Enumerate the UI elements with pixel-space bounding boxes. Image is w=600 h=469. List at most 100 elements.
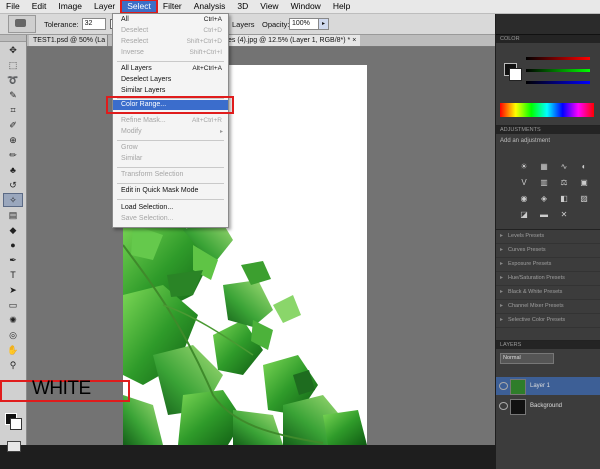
preset-item[interactable]: Hue/Saturation Presets <box>496 272 600 286</box>
preset-item[interactable]: Exposure Presets <box>496 258 600 272</box>
tools-panel-grip[interactable] <box>0 35 26 42</box>
dodge-tool-icon[interactable]: ● <box>3 238 23 252</box>
clone-stamp-tool-icon[interactable]: ♣ <box>3 163 23 177</box>
tool-preset-picker-icon[interactable] <box>8 15 36 33</box>
menu-item-similar[interactable]: Similar <box>113 154 228 164</box>
preset-item[interactable]: Black & White Presets <box>496 286 600 300</box>
tab-close-icon[interactable]: × <box>352 37 356 44</box>
menu-item-deselect-layers[interactable]: Deselect Layers <box>113 75 228 85</box>
layer-visibility-eye-icon[interactable] <box>499 382 508 390</box>
tab-leaves-jpg[interactable]: es (4).jpg @ 12.5% (Layer 1, RGB/8*) * × <box>223 35 361 46</box>
menu-analysis[interactable]: Analysis <box>188 0 232 13</box>
layers-panel-header[interactable]: LAYERS <box>496 341 600 349</box>
menu-help[interactable]: Help <box>327 0 356 13</box>
quick-mask-icon[interactable] <box>7 441 21 452</box>
move-tool-icon[interactable]: ✥ <box>3 43 23 57</box>
menu-filter[interactable]: Filter <box>157 0 188 13</box>
menu-window[interactable]: Window <box>285 0 327 13</box>
channel-mixer-icon[interactable]: ◈ <box>537 194 551 206</box>
history-brush-tool-icon[interactable]: ↺ <box>3 178 23 192</box>
preset-item[interactable]: Selective Color Presets <box>496 314 600 328</box>
invert-icon[interactable]: ◧ <box>557 194 571 206</box>
gradient-map-icon[interactable]: ▬ <box>537 210 551 222</box>
menu-item-similar-layers[interactable]: Similar Layers <box>113 86 228 96</box>
black-white-icon[interactable]: ▣ <box>577 178 591 190</box>
zoom-tool-icon[interactable]: ⚲ <box>3 358 23 372</box>
menu-item-modify[interactable]: Modify ▸ <box>113 127 228 137</box>
menu-image[interactable]: Image <box>52 0 88 13</box>
opacity-slider-arrow-icon[interactable]: ▸ <box>318 18 329 30</box>
lasso-tool-icon[interactable]: ➰ <box>3 73 23 87</box>
exposure-icon[interactable]: ◐ <box>577 162 591 174</box>
menu-item-refine-mask[interactable]: Refine Mask... Alt+Ctrl+R <box>113 116 228 126</box>
menu-item-deselect[interactable]: Deselect Ctrl+D <box>113 26 228 36</box>
gradient-tool-icon[interactable]: ▤ <box>3 208 23 222</box>
color-panel-header[interactable]: COLOR <box>496 35 600 43</box>
menu-item-inverse[interactable]: Inverse Shift+Ctrl+I <box>113 48 228 58</box>
opacity-input[interactable]: 100% <box>289 18 321 30</box>
color-balance-icon[interactable]: ⚖ <box>557 178 571 190</box>
menu-edit[interactable]: Edit <box>26 0 53 13</box>
menu-item-shortcut: Alt+Ctrl+A <box>192 65 222 72</box>
blur-tool-icon[interactable]: ◆ <box>3 223 23 237</box>
menu-item-save-selection[interactable]: Save Selection... <box>113 214 228 224</box>
magic-eraser-tool-icon[interactable]: ✧ <box>3 193 23 207</box>
hand-tool-icon[interactable]: ✋ <box>3 343 23 357</box>
menu-layer[interactable]: Layer <box>88 0 121 13</box>
adjustment-presets-list: Levels Presets Curves Presets Exposure P… <box>496 230 600 341</box>
path-selection-tool-icon[interactable]: ➤ <box>3 283 23 297</box>
layer-row-layer1[interactable]: Layer 1 <box>496 377 600 395</box>
layer-visibility-eye-icon[interactable] <box>499 402 508 410</box>
curves-icon[interactable]: ∿ <box>557 162 571 174</box>
eyedropper-tool-icon[interactable]: ✐ <box>3 118 23 132</box>
pen-tool-icon[interactable]: ✒ <box>3 253 23 267</box>
brush-tool-icon[interactable]: ✏ <box>3 148 23 162</box>
adjustments-panel-header[interactable]: ADJUSTMENTS <box>496 126 600 134</box>
blue-slider[interactable] <box>526 81 590 84</box>
red-slider[interactable] <box>526 57 590 60</box>
menu-item-grow[interactable]: Grow <box>113 143 228 153</box>
levels-icon[interactable]: ▦ <box>537 162 551 174</box>
tolerance-input[interactable]: 32 <box>81 18 106 30</box>
quick-selection-tool-icon[interactable]: ✎ <box>3 88 23 102</box>
menu-item-quick-mask[interactable]: Edit in Quick Mask Mode <box>113 186 228 196</box>
healing-brush-tool-icon[interactable]: ⊕ <box>3 133 23 147</box>
menu-item-load-selection[interactable]: Load Selection... <box>113 203 228 213</box>
menu-item-color-range[interactable]: Color Range... <box>113 100 228 110</box>
posterize-icon[interactable]: ▨ <box>577 194 591 206</box>
crop-tool-icon[interactable]: ⌗ <box>3 103 23 117</box>
3d-orbit-tool-icon[interactable]: ◎ <box>3 328 23 342</box>
threshold-icon[interactable]: ◪ <box>517 210 531 222</box>
preset-item[interactable]: Curves Presets <box>496 244 600 258</box>
sample-all-layers-label[interactable]: Layers <box>232 20 255 29</box>
menu-item-all[interactable]: All Ctrl+A <box>113 15 228 25</box>
3d-rotate-tool-icon[interactable]: ✺ <box>3 313 23 327</box>
color-spectrum-bar[interactable] <box>500 103 594 117</box>
vibrance-icon[interactable]: V <box>517 178 531 190</box>
menu-3d[interactable]: 3D <box>231 0 254 13</box>
blend-mode-select[interactable]: Normal <box>500 353 554 364</box>
menu-item-transform-selection[interactable]: Transform Selection <box>113 170 228 180</box>
photo-filter-icon[interactable]: ◉ <box>517 194 531 206</box>
layer-row-background[interactable]: Background <box>496 397 600 415</box>
menu-item-label: Color Range... <box>121 101 167 108</box>
menu-file[interactable]: File <box>0 0 26 13</box>
selective-color-icon[interactable]: ✕ <box>557 210 571 222</box>
tab-test1-psd[interactable]: TEST1.psd @ 50% (La <box>29 35 108 46</box>
color-panel-background-swatch[interactable] <box>509 68 522 81</box>
brightness-icon[interactable]: ☀ <box>517 162 531 174</box>
preset-item[interactable]: Channel Mixer Presets <box>496 300 600 314</box>
marquee-tool-icon[interactable]: ⬚ <box>3 58 23 72</box>
green-slider[interactable] <box>526 69 590 72</box>
hue-saturation-icon[interactable]: ▥ <box>537 178 551 190</box>
preset-item[interactable]: Levels Presets <box>496 230 600 244</box>
type-tool-icon[interactable]: T <box>3 268 23 282</box>
menu-item-all-layers[interactable]: All Layers Alt+Ctrl+A <box>113 64 228 74</box>
menu-separator <box>117 112 224 113</box>
background-color-swatch[interactable] <box>10 418 22 430</box>
layer-name: Background <box>530 403 563 409</box>
menu-item-reselect[interactable]: Reselect Shift+Ctrl+D <box>113 37 228 47</box>
shape-tool-icon[interactable]: ▭ <box>3 298 23 312</box>
menu-select[interactable]: Select <box>120 0 158 14</box>
menu-view[interactable]: View <box>254 0 284 13</box>
